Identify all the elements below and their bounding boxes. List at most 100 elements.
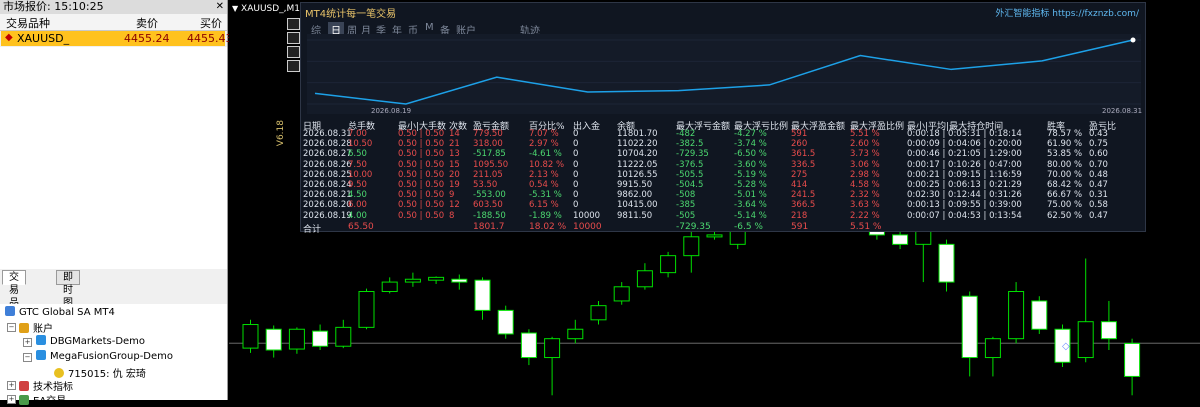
table-cell: 2.60 %: [850, 139, 880, 150]
candle: [404, 272, 421, 287]
table-cell: 0.43: [1089, 129, 1108, 139]
candle: [335, 319, 352, 349]
table-cell: 0.48: [1089, 169, 1108, 180]
tree-item-server-dbg[interactable]: DBGMarkets-Demo: [36, 335, 145, 347]
table-cell: 414: [791, 180, 808, 190]
table-cell: 0.58: [1089, 200, 1108, 211]
column-bid[interactable]: 卖价: [136, 15, 158, 31]
bid-value: 4455.24: [124, 32, 170, 45]
table-cell: 0.50 | 0.50: [398, 149, 445, 160]
candle: [1124, 338, 1141, 396]
table-cell: 7.50: [348, 159, 367, 170]
table-cell: 53.50: [473, 180, 498, 190]
table-cell: 336.5: [791, 159, 816, 170]
table-cell: 9: [449, 190, 455, 201]
symbol-name: XAUUSD_: [17, 32, 70, 45]
table-cell: 603.50: [473, 200, 503, 211]
table-cell: 9862.00: [617, 190, 653, 201]
table-cell: 3.06 %: [850, 159, 880, 170]
table-cell: 0:00:17 | 0:10:26 | 0:47:00: [907, 159, 1022, 170]
candle: [242, 319, 259, 353]
candle: [1077, 258, 1094, 363]
table-cell: -482: [676, 129, 696, 139]
table-cell: 2.98 %: [850, 169, 880, 180]
accounts-icon: [19, 323, 29, 333]
tab-tick-chart[interactable]: 即时图: [56, 270, 80, 309]
table-cell: -376.5: [676, 159, 704, 170]
tree-item-broker[interactable]: GTC Global SA MT4: [5, 306, 115, 318]
candle: [381, 277, 398, 294]
table-cell: 61.90 %: [1047, 139, 1083, 150]
table-cell: 9811.50: [617, 210, 653, 221]
table-cell: 10.82 %: [529, 159, 565, 170]
collapse-icon[interactable]: −: [23, 353, 32, 362]
table-cell: 5.51 %: [850, 129, 880, 139]
expand-icon[interactable]: +: [7, 381, 16, 390]
equity-chart: 2026.08.19 2026.08.31: [307, 34, 1142, 115]
collapse-icon[interactable]: −: [7, 323, 16, 332]
table-cell: 0:00:25 | 0:06:13 | 0:21:29: [907, 180, 1022, 190]
table-cell: 0:00:21 | 0:09:15 | 1:16:59: [907, 169, 1022, 180]
table-cell: 0: [573, 190, 579, 201]
tab-symbols[interactable]: 交易品种: [2, 270, 26, 322]
column-symbol[interactable]: 交易品种: [6, 15, 50, 31]
equity-last-point: [1130, 37, 1136, 43]
stats-panel-site[interactable]: 外汇智能指标 https://fxznzb.com/: [995, 6, 1139, 19]
table-cell: 2026.08.26: [303, 159, 352, 170]
table-cell: 0:00:13 | 0:09:55 | 0:39:00: [907, 200, 1022, 211]
tree-item-server-megafusion[interactable]: MegaFusionGroup-Demo: [36, 350, 173, 362]
total-max-float-profit: 591: [791, 222, 809, 232]
table-cell: 2026.08.21: [303, 190, 352, 201]
table-cell: 6.50: [348, 149, 367, 160]
table-cell: -5.28 %: [734, 180, 767, 190]
table-cell: -1.89 %: [529, 210, 562, 221]
table-cell: 0:00:07 | 0:04:53 | 0:13:54: [907, 210, 1022, 221]
table-cell: 1095.50: [473, 159, 509, 170]
panel-settings-icon[interactable]: [287, 32, 300, 44]
market-watch-row[interactable]: ◆ XAUUSD_ 4455.24 4455.43: [1, 31, 233, 46]
table-cell: 75.00 %: [1047, 200, 1083, 211]
table-cell: -504.5: [676, 180, 704, 190]
total-label: 合计: [303, 225, 322, 235]
table-cell: 3.63 %: [850, 200, 880, 211]
market-watch-titlebar[interactable]: 市场报价: 15:10:25 ✕: [0, 0, 227, 15]
expand-icon[interactable]: +: [23, 338, 32, 347]
table-cell: 20: [449, 169, 460, 180]
table-cell: -6.50 %: [734, 149, 767, 160]
table-cell: 2026.08.28: [303, 139, 352, 150]
table-cell: -553.00: [473, 190, 506, 201]
table-cell: 2.97 %: [529, 139, 559, 150]
table-cell: 9915.50: [617, 180, 653, 190]
panel-toggle-icon[interactable]: [287, 18, 300, 30]
tree-item-indicators[interactable]: 技术指标: [19, 378, 73, 393]
candle: [358, 288, 375, 330]
candle: [451, 274, 468, 290]
candle: [892, 230, 909, 250]
candle: [520, 329, 537, 366]
candle: [660, 251, 677, 278]
table-cell: 10704.20: [617, 149, 658, 160]
table-cell: 66.67 %: [1047, 190, 1083, 201]
candle: [590, 300, 607, 325]
panel-refresh-icon[interactable]: [287, 46, 300, 58]
tree-item-accounts[interactable]: 账户: [19, 320, 53, 335]
candle: [265, 325, 282, 358]
table-cell: 68.42 %: [1047, 180, 1083, 190]
table-cell: 0: [573, 169, 579, 180]
table-cell: 11801.70: [617, 129, 658, 139]
table-cell: 0.50 | 0.50: [398, 210, 445, 221]
table-cell: 11222.05: [617, 159, 658, 170]
table-cell: 0.31: [1089, 190, 1108, 201]
column-ask[interactable]: 买价: [200, 15, 222, 31]
total-deposit: 10000: [573, 222, 602, 232]
close-icon[interactable]: ✕: [216, 0, 224, 14]
table-cell: 0.50 | 0.50: [398, 169, 445, 180]
candle: [683, 230, 700, 273]
chart-arrow-icon: ▼: [232, 4, 239, 13]
table-cell: 0.75: [1089, 139, 1108, 150]
table-cell: 0.50 | 0.50: [398, 200, 445, 211]
table-cell: 0.50 | 0.50: [398, 129, 445, 139]
panel-export-icon[interactable]: [287, 60, 300, 72]
table-cell: 21: [449, 139, 460, 150]
tab-magic[interactable]: M: [425, 22, 434, 33]
